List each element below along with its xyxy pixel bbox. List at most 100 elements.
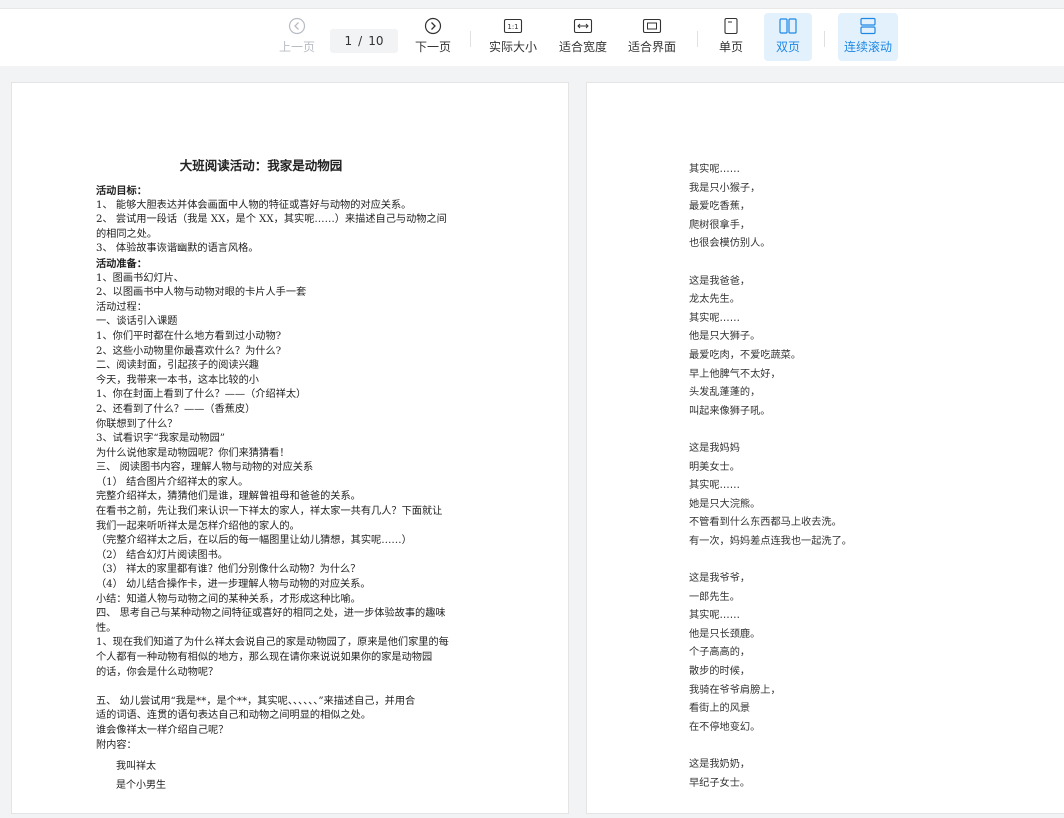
actual-size-button[interactable]: 1:1 实际大小 [486, 13, 540, 61]
document-title: 大班阅读活动：我家是动物园 [179, 158, 343, 173]
continuous-scroll-label: 连续滚动 [843, 40, 892, 54]
poem-line: 这是我妈妈 [689, 442, 740, 454]
next-page-button[interactable]: 下一页 [413, 13, 453, 61]
text-line: 我们一起来听听祥太是怎样介绍他的家人的。 [96, 520, 300, 532]
poem-line: 我骑在爷爷肩膀上， [689, 684, 781, 696]
poem-line: 其实呢…… [689, 312, 740, 324]
poem-excerpt: 我叫祥太 是个小男生 [96, 757, 496, 795]
poem-line: 他是只长颈鹿。 [689, 628, 761, 640]
fit-width-button[interactable]: 适合宽度 [556, 13, 610, 61]
single-page-icon [723, 13, 739, 39]
text-line: （4） 幼儿结合操作卡，进一步理解人物与动物的对应关系。 [96, 579, 371, 591]
poem-line: 这是我爷爷， [689, 573, 751, 585]
prev-page-label: 上一页 [278, 40, 315, 54]
text-line: 的相同之处。 [96, 228, 158, 240]
poem-line: 明美女士。 [689, 461, 740, 473]
fit-page-label: 适合界面 [627, 40, 676, 54]
section-heading: 活动目标： [96, 185, 147, 197]
double-page-icon [778, 13, 798, 39]
actual-size-icon: 1:1 [503, 13, 523, 39]
poem-line: 也很会模仿别人。 [689, 238, 771, 250]
double-page-button[interactable]: 双页 [764, 13, 812, 61]
chevron-left-circle-icon [288, 13, 306, 39]
toolbar-divider [824, 31, 825, 47]
text-line: 3、 体验故事诙谐幽默的语言风格。 [96, 243, 259, 255]
text-line: 2、以图画书中人物与动物对眼的卡片人手一套 [96, 287, 307, 299]
text-line: （完整介绍祥太之后，在以后的每一幅图里让幼儿猜想，其实呢……） [96, 535, 412, 547]
prev-page-button[interactable]: 上一页 [278, 13, 316, 61]
toolbar-divider [697, 31, 698, 47]
text-line: 2、 尝试用一段话（我是 XX，是个 XX，其实呢……）来描述自己与动物之间 [96, 214, 447, 226]
document-page-2: 其实呢…… 我是只小猴子， 最爱吃香蕉， 爬树很拿手， 也很会模仿别人。 这是我爸爸， 龙太… [586, 82, 1064, 814]
poem-line: 她是只大浣熊。 [689, 498, 761, 510]
single-page-button[interactable]: 单页 [714, 13, 748, 61]
text-line: 1、 能够大胆表达并体会画面中人物的特征或喜好与动物的对应关系。 [96, 199, 412, 211]
fit-page-button[interactable]: 适合界面 [625, 13, 679, 61]
actual-size-icon-text: 1:1 [507, 23, 518, 31]
poem-line: 最爱吃肉，不爱吃蔬菜。 [689, 349, 802, 361]
poem-line: 最爱吃香蕉， [689, 201, 751, 213]
poem-line: 他是只大狮子。 [689, 331, 761, 343]
text-line: 五、 幼儿尝试用“我是**，是个**，其实呢、、、、、、”来描述自己，并用合 [96, 695, 416, 707]
section-heading: 活动准备： [96, 257, 147, 270]
poem-line: 不管看到什么东西都马上收去洗。 [689, 517, 842, 529]
text-line: 1、图画书幻灯片、 [96, 272, 184, 284]
text-line: 四、 思考自己与某种动物之间特征或喜好的相同之处，进一步体验故事的趣味 [96, 608, 446, 620]
text-line: 1、现在我们知道了为什么祥太会说自己的家是动物园了，原来是他们家里的每 [96, 637, 449, 649]
text-line: 3、试看识字“我家是动物园” [96, 433, 225, 445]
poem-line: 其实呢…… [689, 480, 740, 492]
poem-text: 其实呢…… 我是只小猴子， 最爱吃香蕉， 爬树很拿手， 也很会模仿别人。 这是我爸爸， 龙太… [689, 161, 852, 793]
poem-line: 是个小男生 [116, 780, 166, 792]
poem-line: 我叫祥太 [116, 761, 156, 773]
poem-line: 早纪子女士。 [689, 777, 751, 789]
text-line: 2、还看到了什么？——（香蕉皮） [96, 403, 256, 415]
text-line: 谁会像祥太一样介绍自己呢？ [96, 724, 229, 736]
continuous-scroll-button[interactable]: 连续滚动 [838, 13, 898, 61]
fit-width-label: 适合宽度 [558, 40, 607, 54]
poem-line: 散步的时候， [689, 666, 751, 678]
text-line: （2） 结合幻灯片阅读图书。 [96, 549, 228, 561]
poem-line: 在不停地变幻。 [689, 721, 761, 733]
poem-line: 个子高高的， [689, 647, 751, 659]
page-number-field[interactable]: 1 / 10 [330, 29, 398, 53]
text-line: 适的词语、连贯的语句表达自己和动物之间明显的相似之处。 [96, 710, 372, 722]
poem-line: 我是只小猴子， [689, 182, 761, 194]
text-line: （3） 祥太的家里都有谁？他们分别像什么动物？为什么？ [96, 564, 361, 576]
text-line: 一、谈话引入课题 [96, 316, 178, 328]
text-line: 活动过程： [96, 301, 147, 313]
poem-line: 早上他脾气不太好， [689, 368, 781, 380]
text-line: 二、阅读封面，引起孩子的阅读兴趣 [96, 360, 259, 372]
poem-line: 爬树很拿手， [689, 219, 751, 231]
text-line: 你联想到了什么？ [96, 418, 178, 430]
document-body: 活动目标： 1、 能够大胆表达并体会画面中人物的特征或喜好与动物的对应关系。 2、 … [96, 184, 496, 795]
poem-line: 看街上的风景 [689, 703, 751, 715]
text-line: 2、这些小动物里你最喜欢什么？为什么? [96, 345, 282, 357]
poem-line: 一郎先生。 [689, 591, 740, 603]
page-separator: / [358, 34, 363, 48]
next-page-label: 下一页 [414, 40, 451, 54]
chevron-right-circle-icon [424, 13, 442, 39]
toolbar-divider [470, 31, 471, 47]
text-line: 为什么说他家是动物园呢？你们来猜猜看！ [96, 447, 290, 459]
poem-line: 龙太先生。 [689, 294, 740, 306]
poem-line: 头发乱蓬蓬的， [689, 387, 761, 399]
text-line: （1） 结合图片介绍祥太的家人。 [96, 476, 249, 488]
double-page-label: 双页 [775, 40, 800, 54]
poem-line: 其实呢…… [689, 164, 740, 175]
current-page-number[interactable]: 1 [345, 34, 353, 48]
poem-line: 有一次，妈妈差点连我也一起洗了。 [689, 535, 852, 547]
text-line: 在看书之前，先让我们来认识一下祥太的家人，祥太家一共有几人？下面就让 [96, 506, 443, 518]
text-line: 附内容： [96, 739, 137, 751]
poem-line: 叫起来像狮子吼。 [689, 405, 771, 417]
fit-width-icon [573, 13, 593, 39]
text-line: 完整介绍祥太，猜猜他们是谁，理解曾祖母和爸爸的关系。 [96, 491, 361, 503]
total-pages: 10 [368, 34, 384, 48]
document-page-1: 大班阅读活动：我家是动物园 活动目标： 1、 能够大胆表达并体会画面中人物的特征或… [11, 82, 569, 814]
single-page-label: 单页 [718, 40, 743, 54]
text-line: 1、你在封面上看到了什么？——（介绍祥太） [96, 389, 307, 401]
text-line: 个人都有一种动物有相似的地方，那么现在请你来说说如果你的家是动物园 [96, 652, 433, 663]
